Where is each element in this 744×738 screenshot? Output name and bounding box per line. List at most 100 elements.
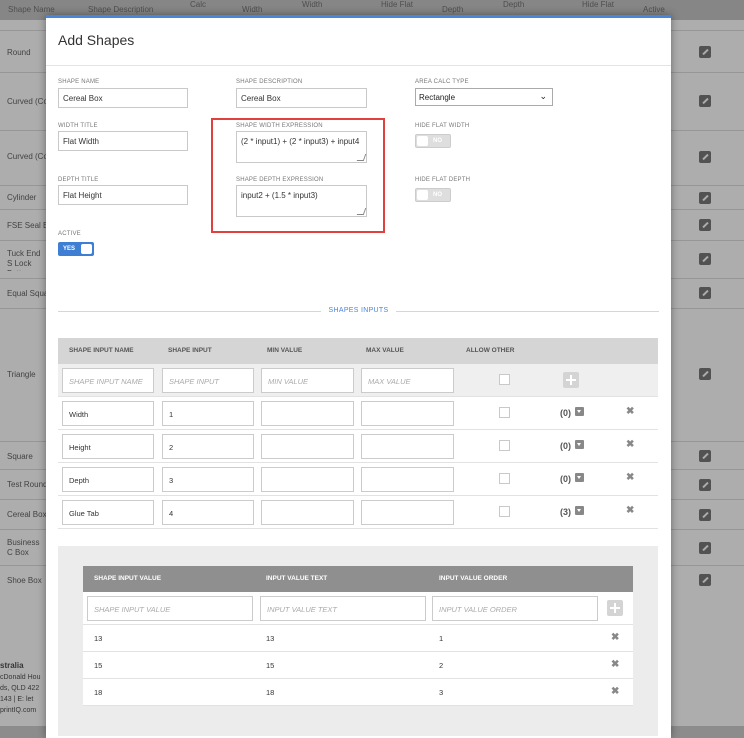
shapes-inputs-title: SHAPES INPUTS <box>320 307 397 314</box>
shape-name-label: SHAPE NAME <box>58 79 100 85</box>
table-row: Depth 3 (0) ✖ <box>58 463 658 496</box>
min-value-field[interactable]: MIN VALUE <box>261 368 354 393</box>
add-shapes-modal: Add Shapes SHAPE NAME Cereal Box SHAPE D… <box>46 15 671 738</box>
allow-other-checkbox[interactable] <box>499 407 510 418</box>
modal-divider <box>46 65 671 66</box>
delete-icon[interactable]: ✖ <box>626 439 634 450</box>
allow-other-checkbox[interactable] <box>499 473 510 484</box>
delete-icon[interactable]: ✖ <box>626 505 634 516</box>
col-allow-other: ALLOW OTHER <box>466 347 515 354</box>
col-input-value-text: INPUT VALUE TEXT <box>266 575 328 582</box>
col-input-value-order: INPUT VALUE ORDER <box>439 575 508 582</box>
toggle-state: NO <box>433 138 442 144</box>
max-value-cell[interactable] <box>361 434 454 459</box>
table-header: SHAPE INPUT NAME SHAPE INPUT MIN VALUE M… <box>58 338 658 364</box>
shape-input-value-field[interactable]: SHAPE INPUT VALUE <box>87 596 253 621</box>
input-name-cell[interactable]: Glue Tab <box>62 500 154 525</box>
allow-other-checkbox[interactable] <box>499 374 510 385</box>
max-value-cell[interactable] <box>361 401 454 426</box>
allow-other-checkbox[interactable] <box>499 440 510 451</box>
table-row: Glue Tab 4 (3) ✖ <box>58 496 658 529</box>
toggle-knob <box>417 136 428 146</box>
table-row: 15 15 2 ✖ <box>83 652 633 679</box>
expand-values-icon[interactable] <box>575 473 584 482</box>
area-calc-type-value: Rectangle <box>419 93 456 102</box>
expand-values-icon[interactable] <box>575 506 584 515</box>
shape-description-label: SHAPE DESCRIPTION <box>236 79 303 85</box>
values-count: (3) <box>560 507 571 517</box>
delete-icon[interactable]: ✖ <box>611 632 619 643</box>
max-value-field[interactable]: MAX VALUE <box>361 368 454 393</box>
chevron-down-icon: ⌄ <box>539 91 547 101</box>
text-cell: 13 <box>266 634 275 643</box>
table-header: SHAPE INPUT VALUE INPUT VALUE TEXT INPUT… <box>83 566 633 592</box>
delete-icon[interactable]: ✖ <box>626 406 634 417</box>
add-input-row: SHAPE INPUT NAME SHAPE INPUT MIN VALUE M… <box>58 364 658 397</box>
delete-icon[interactable]: ✖ <box>626 472 634 483</box>
values-count: (0) <box>560 474 571 484</box>
shape-input-field[interactable]: SHAPE INPUT <box>162 368 254 393</box>
toggle-knob <box>417 190 428 200</box>
active-label: ACTIVE <box>58 231 81 237</box>
shape-input-name-field[interactable]: SHAPE INPUT NAME <box>62 368 154 393</box>
col-shape-input: SHAPE INPUT <box>168 347 212 354</box>
input-value-text-field[interactable]: INPUT VALUE TEXT <box>260 596 426 621</box>
col-shape-input-value: SHAPE INPUT VALUE <box>94 575 162 582</box>
table-row: Height 2 (0) ✖ <box>58 430 658 463</box>
input-number-cell[interactable]: 2 <box>162 434 254 459</box>
order-cell: 1 <box>439 634 444 643</box>
active-toggle[interactable]: YES <box>58 242 94 256</box>
width-title-label: WIDTH TITLE <box>58 123 98 129</box>
add-input-button[interactable] <box>563 372 579 388</box>
width-title-input[interactable]: Flat Width <box>58 131 188 151</box>
input-number-cell[interactable]: 3 <box>162 467 254 492</box>
toggle-state: YES <box>63 246 76 252</box>
values-count: (0) <box>560 441 571 451</box>
hide-flat-width-toggle[interactable]: NO <box>415 134 451 148</box>
min-value-cell[interactable] <box>261 401 354 426</box>
add-value-button[interactable] <box>607 600 623 616</box>
shape-description-input[interactable]: Cereal Box <box>236 88 367 108</box>
min-value-cell[interactable] <box>261 500 354 525</box>
toggle-knob <box>81 244 92 254</box>
modal-title: Add Shapes <box>58 32 135 48</box>
input-values-panel: SHAPE INPUT VALUE INPUT VALUE TEXT INPUT… <box>58 546 658 736</box>
hide-flat-depth-label: HIDE FLAT DEPTH <box>415 177 471 183</box>
input-name-cell[interactable]: Depth <box>62 467 154 492</box>
text-cell: 15 <box>266 661 275 670</box>
value-cell: 13 <box>94 634 103 643</box>
expand-values-icon[interactable] <box>575 407 584 416</box>
depth-title-label: DEPTH TITLE <box>58 177 99 183</box>
input-number-cell[interactable]: 4 <box>162 500 254 525</box>
delete-icon[interactable]: ✖ <box>611 659 619 670</box>
table-row: 13 13 1 ✖ <box>83 625 633 652</box>
value-cell: 15 <box>94 661 103 670</box>
input-name-cell[interactable]: Width <box>62 401 154 426</box>
delete-icon[interactable]: ✖ <box>611 686 619 697</box>
max-value-cell[interactable] <box>361 467 454 492</box>
input-number-cell[interactable]: 1 <box>162 401 254 426</box>
section-title: SHAPES INPUTS <box>58 307 659 314</box>
depth-title-input[interactable]: Flat Height <box>58 185 188 205</box>
hide-flat-width-label: HIDE FLAT WIDTH <box>415 123 470 129</box>
shape-name-input[interactable]: Cereal Box <box>58 88 188 108</box>
col-max-value: MAX VALUE <box>366 347 404 354</box>
allow-other-checkbox[interactable] <box>499 506 510 517</box>
order-cell: 2 <box>439 661 444 670</box>
area-calc-type-select[interactable]: Rectangle ⌄ <box>415 88 553 106</box>
table-row: 18 18 3 ✖ <box>83 679 633 706</box>
area-calc-type-label: AREA CALC TYPE <box>415 79 469 85</box>
order-cell: 3 <box>439 688 444 697</box>
min-value-cell[interactable] <box>261 467 354 492</box>
col-min-value: MIN VALUE <box>267 347 303 354</box>
hide-flat-depth-toggle[interactable]: NO <box>415 188 451 202</box>
add-value-row: SHAPE INPUT VALUE INPUT VALUE TEXT INPUT… <box>83 592 633 625</box>
table-row: Width 1 (0) ✖ <box>58 397 658 430</box>
min-value-cell[interactable] <box>261 434 354 459</box>
expand-values-icon[interactable] <box>575 440 584 449</box>
expression-highlight-box <box>211 118 385 233</box>
text-cell: 18 <box>266 688 275 697</box>
input-value-order-field[interactable]: INPUT VALUE ORDER <box>432 596 598 621</box>
input-name-cell[interactable]: Height <box>62 434 154 459</box>
max-value-cell[interactable] <box>361 500 454 525</box>
